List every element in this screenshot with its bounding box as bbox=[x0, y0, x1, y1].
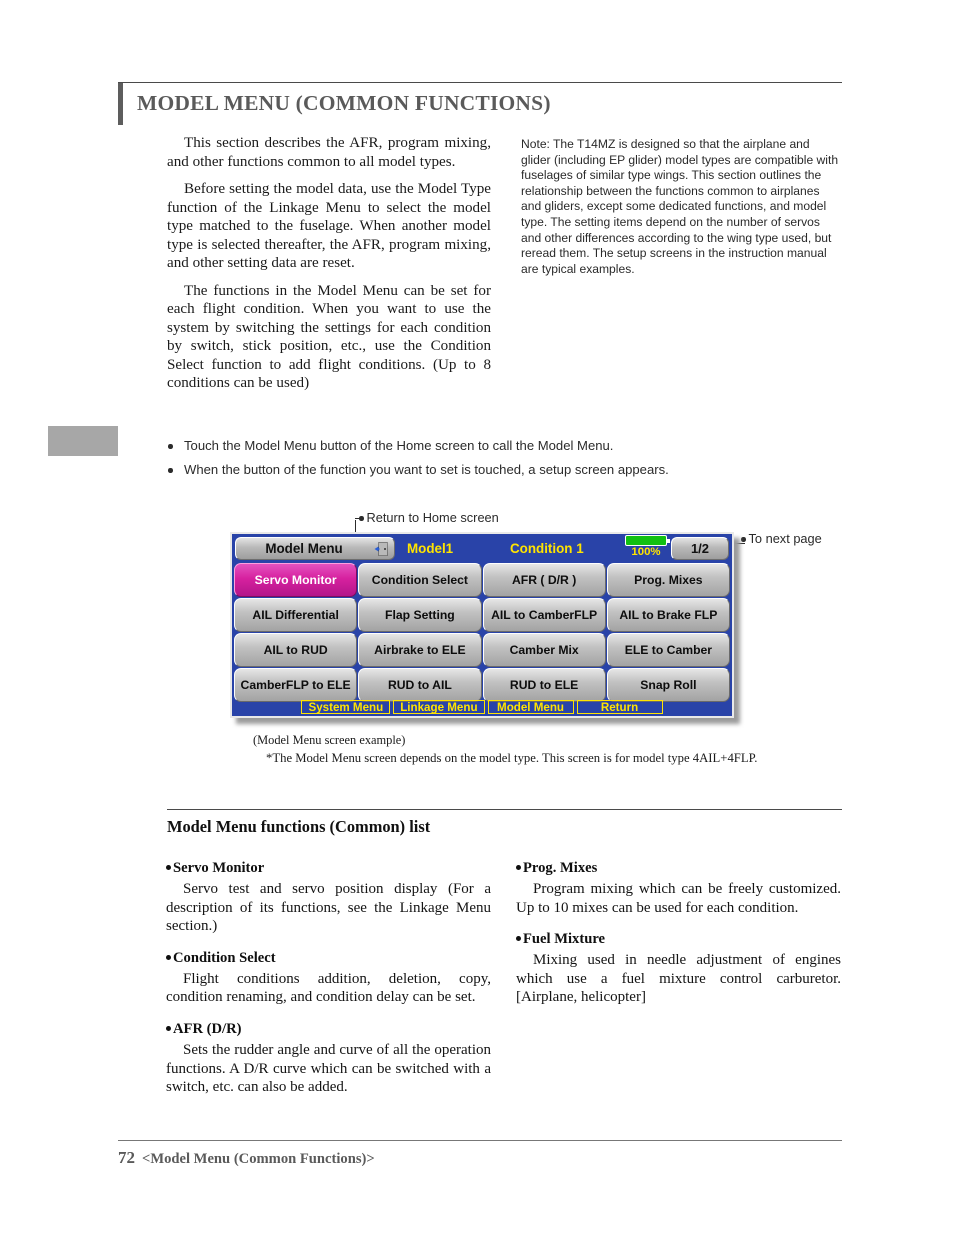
lcd-function-button[interactable]: Flap Setting bbox=[358, 598, 482, 632]
page-number: 72 bbox=[118, 1148, 135, 1167]
function-entry-name: Prog. Mixes bbox=[523, 860, 598, 876]
lcd-nav-button[interactable]: Linkage Menu bbox=[393, 700, 485, 714]
function-entry-description: Servo test and servo position display (F… bbox=[166, 881, 491, 935]
margin-tab-marker bbox=[48, 426, 118, 456]
function-entry-description: Program mixing which can be freely custo… bbox=[516, 881, 841, 916]
lcd-function-button[interactable]: AFR ( D/R ) bbox=[482, 563, 606, 597]
list-item: Touch the Model Menu button of the Home … bbox=[166, 438, 696, 454]
lcd-page-indicator-label: 1/2 bbox=[690, 540, 710, 556]
lcd-function-button[interactable]: RUD to ELE bbox=[482, 668, 606, 702]
function-entry-title: AFR (D/R) bbox=[166, 1021, 491, 1038]
section-title: Model Menu functions (Common) list bbox=[167, 817, 431, 836]
bullet-dot-icon bbox=[166, 1026, 171, 1032]
lcd-battery-indicator: 100% bbox=[617, 534, 675, 558]
lcd-function-button[interactable]: Prog. Mixes bbox=[606, 563, 730, 597]
callout-label: Return to Home screen bbox=[366, 510, 499, 525]
footer-label: <Model Menu (Common Functions)> bbox=[142, 1151, 375, 1167]
bullet-dot-icon bbox=[168, 444, 173, 449]
function-entry-title: Fuel Mixture bbox=[516, 931, 841, 948]
bullet-text: Touch the Model Menu button of the Home … bbox=[184, 438, 614, 453]
functions-column-left: Servo Monitor Servo test and servo positi… bbox=[166, 860, 491, 1111]
function-entry-description: Flight conditions addition, deletion, co… bbox=[166, 970, 491, 1006]
lcd-nav-button[interactable]: Return bbox=[576, 700, 663, 714]
lcd-function-button[interactable]: AIL to Brake FLP bbox=[606, 598, 730, 632]
bullet-dot-icon bbox=[166, 954, 171, 960]
function-entry-description: Mixing used in needle adjustment of engi… bbox=[516, 952, 841, 1006]
function-entry-title: Prog. Mixes bbox=[516, 860, 841, 877]
callout-label: To next page bbox=[748, 531, 822, 546]
intro-note-block: Note: The T14MZ is designed so that the … bbox=[521, 137, 841, 277]
function-entry-name: Fuel Mixture bbox=[523, 931, 606, 948]
instruction-bullet-list: Touch the Model Menu button of the Home … bbox=[166, 438, 696, 487]
bullet-dot-icon bbox=[516, 936, 521, 942]
lcd-function-button[interactable]: Snap Roll bbox=[606, 668, 730, 702]
lcd-nav-button[interactable]: Model Menu bbox=[487, 700, 574, 714]
function-entry-title: Servo Monitor bbox=[166, 860, 491, 877]
lcd-menu-title-button[interactable]: Model Menu bbox=[235, 536, 395, 560]
lcd-bottom-nav: System Menu Linkage Menu Model Menu Return bbox=[232, 700, 732, 714]
lcd-function-button[interactable]: Condition Select bbox=[358, 563, 482, 597]
lcd-screen: Model Menu Model1 Condition 1 100% 1/2 S… bbox=[230, 532, 734, 718]
intro-paragraph: The functions in the Model Menu can be s… bbox=[167, 282, 491, 392]
bullet-dot-icon bbox=[516, 865, 521, 871]
page-title-block: MODEL MENU (COMMON FUNCTIONS) bbox=[118, 83, 842, 125]
callout-dot-icon bbox=[359, 516, 364, 521]
intro-paragraph: Before setting the model data, use the M… bbox=[167, 181, 491, 271]
callout-dot-icon bbox=[741, 537, 746, 542]
intro-note-text: Note: The T14MZ is designed so that the … bbox=[521, 137, 839, 276]
bullet-text: When the button of the function you want… bbox=[184, 462, 669, 478]
lcd-function-button[interactable]: ELE to Camber bbox=[606, 633, 730, 667]
callout-next-page: To next page bbox=[741, 531, 822, 546]
screen-caption-note: *The Model Menu screen depends on the mo… bbox=[266, 751, 758, 765]
door-exit-icon[interactable] bbox=[373, 541, 389, 557]
function-entry-name: Servo Monitor bbox=[173, 860, 265, 876]
lcd-function-button[interactable]: AIL Differential bbox=[234, 598, 358, 632]
page-footer: 72 <Model Menu (Common Functions)> bbox=[118, 1148, 375, 1168]
function-entry-title: Condition Select bbox=[166, 950, 491, 967]
callout-return-home: Return to Home screen bbox=[359, 510, 499, 525]
footer-rule bbox=[118, 1140, 842, 1141]
function-entry-name: Condition Select bbox=[173, 949, 276, 966]
section-rule bbox=[167, 809, 842, 811]
lcd-function-button[interactable]: Servo Monitor bbox=[234, 563, 358, 597]
lcd-function-button[interactable]: CamberFLP to ELE bbox=[234, 668, 358, 702]
function-entry-name: AFR (D/R) bbox=[173, 1020, 242, 1037]
screen-caption-example: (Model Menu screen example) bbox=[253, 733, 406, 747]
lcd-function-button[interactable]: RUD to AIL bbox=[358, 668, 482, 702]
intro-paragraph: This section describes the AFR, program … bbox=[167, 135, 491, 170]
functions-column-right: Prog. Mixes Program mixing which can be f… bbox=[516, 860, 841, 1021]
lcd-battery-percent: 100% bbox=[631, 546, 661, 558]
lcd-model-name: Model1 bbox=[407, 540, 454, 556]
intro-body-text: This section describes the AFR, program … bbox=[167, 134, 491, 402]
battery-full-icon bbox=[625, 535, 670, 546]
bullet-dot-icon bbox=[168, 468, 173, 473]
lcd-condition-name: Condition 1 bbox=[510, 540, 584, 556]
lcd-function-button[interactable]: AIL to RUD bbox=[234, 633, 358, 667]
lcd-function-button-grid: Servo Monitor Condition Select AFR ( D/R )… bbox=[232, 562, 732, 703]
lcd-nav-button[interactable]: System Menu bbox=[301, 700, 391, 714]
lcd-header-bar: Model Menu Model1 Condition 1 100% 1/2 bbox=[232, 534, 732, 562]
list-item: When the button of the function you want… bbox=[166, 462, 696, 478]
function-entry-description: Sets the rudder angle and curve of all t… bbox=[166, 1041, 491, 1096]
lcd-function-button[interactable]: Airbrake to ELE bbox=[358, 633, 482, 667]
lcd-function-button[interactable]: AIL to CamberFLP bbox=[482, 598, 606, 632]
lcd-menu-title-label: Model Menu bbox=[265, 540, 343, 556]
page-title: MODEL MENU (COMMON FUNCTIONS) bbox=[137, 91, 551, 115]
lcd-page-indicator-button[interactable]: 1/2 bbox=[671, 536, 729, 560]
lcd-screen-surface: Model Menu Model1 Condition 1 100% 1/2 S… bbox=[232, 534, 732, 716]
lcd-function-button[interactable]: Camber Mix bbox=[482, 633, 606, 667]
bullet-dot-icon bbox=[166, 865, 171, 871]
